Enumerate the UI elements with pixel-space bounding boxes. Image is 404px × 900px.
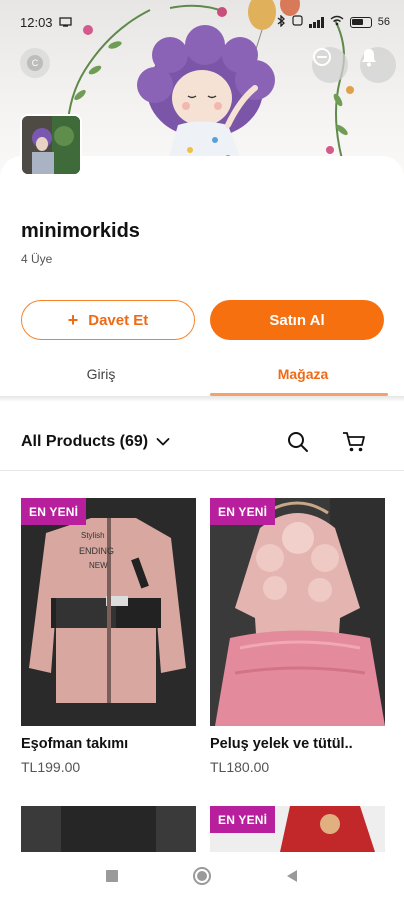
product-image[interactable] [21,806,196,852]
wifi-icon [330,15,344,29]
triangle-back-icon [287,870,297,882]
svg-text:ENDING: ENDING [79,546,114,556]
new-badge: EN YENİ [210,498,276,525]
product-card[interactable]: Stylish ENDING NEW EN YENİ Eşofman takım… [21,498,196,775]
circle-icon [193,867,211,885]
product-card[interactable]: EN YENİ Peluş yelek ve tütül.. TL180.00 [210,498,385,775]
toolbar-divider [0,470,404,471]
status-bar: 12:03 56 [0,0,404,44]
invite-label: Davet Et [88,311,149,329]
category-filter-dropdown[interactable]: All Products (69) [21,433,170,451]
tabs-divider [0,396,404,402]
back-nav-button[interactable] [282,866,302,886]
buy-button[interactable]: Satın Al [210,300,384,340]
invite-button[interactable]: + Davet Et [21,300,195,340]
tab-store[interactable]: Mağaza [202,352,404,396]
more-options-button[interactable] [312,47,348,83]
product-card[interactable]: EN YENİ [210,806,385,852]
tab-home[interactable]: Giriş [0,352,202,396]
product-name[interactable]: Peluş yelek ve tütül.. [210,736,385,752]
battery-level: 56 [377,16,390,28]
cart-icon [343,432,365,452]
chevron-down-icon [156,438,170,446]
plush-vest-image [210,498,385,726]
site-avatar[interactable] [20,114,82,176]
new-badge: EN YENİ [210,806,276,833]
system-nav-bar [0,852,404,900]
battery-icon [349,16,372,28]
plus-icon: + [67,310,79,330]
status-time: 12:03 [20,14,53,30]
status-right: 56 [277,13,390,30]
svg-text:NEW: NEW [89,561,108,570]
tab-bar: Giriş Mağaza [0,352,404,396]
status-left: 12:03 [20,15,72,30]
product-image[interactable]: EN YENİ [210,498,385,726]
product-price: TL199.00 [21,759,81,775]
store-toolbar: All Products (69) [0,420,404,464]
bluetooth-icon [277,13,286,30]
screen-icon [58,15,72,30]
tab-home-label: Giriş [86,366,116,382]
recents-button[interactable] [102,866,122,886]
tab-store-label: Mağaza [277,366,329,382]
product-name[interactable]: Eşofman takımı [21,736,196,752]
svg-text:Stylish: Stylish [81,531,105,540]
more-icon [313,48,331,66]
cart-button[interactable] [340,428,368,456]
search-icon [288,432,308,452]
avatar-image [22,116,80,174]
product-image[interactable]: Stylish ENDING NEW EN YENİ [21,498,196,726]
signal-icon [308,16,324,28]
member-count[interactable]: 4 Üye [21,252,52,266]
category-filter-label: All Products (69) [21,433,149,450]
back-button[interactable]: C [20,48,50,78]
search-button[interactable] [284,428,312,456]
bell-icon [362,49,376,67]
site-name: minimorkids [21,220,140,242]
nfc-icon [292,15,303,29]
product-image[interactable]: EN YENİ [210,806,385,852]
home-button[interactable] [192,866,212,886]
new-badge: EN YENİ [21,498,87,525]
dark-garment-image [21,806,196,852]
product-price: TL180.00 [210,759,270,775]
product-card[interactable] [21,806,196,852]
avatar-small-icon: C [27,55,43,71]
buy-label: Satın Al [269,311,325,329]
notifications-button[interactable] [360,47,396,83]
square-icon [106,870,118,882]
tracksuit-image: Stylish ENDING NEW [21,498,196,726]
